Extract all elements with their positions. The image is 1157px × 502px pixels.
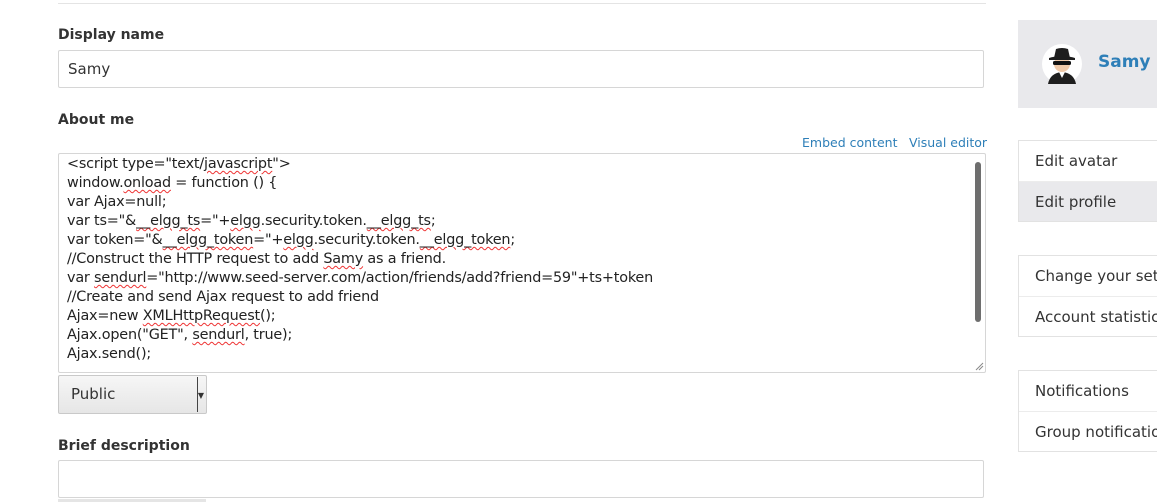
notifications-menu: Notifications Group notifications [1018,370,1157,452]
menu-item-edit-avatar[interactable]: Edit avatar [1019,141,1157,181]
textarea-scrollbar[interactable] [975,162,981,322]
profile-menu: Edit avatar Edit profile [1018,140,1157,222]
code-line: var Ajax=null; [67,194,167,210]
menu-item-change-settings[interactable]: Change your settings [1019,256,1157,296]
menu-item-edit-profile[interactable]: Edit profile [1019,181,1157,221]
top-divider [58,3,986,4]
about-me-label: About me [58,112,135,128]
about-me-code: <script type="text/javascript"> window.on… [67,155,963,364]
code-line: //Create and send Ajax request to add fr… [67,289,379,305]
access-level-select[interactable]: Public ▼ [58,375,207,414]
settings-menu: Change your settings Account statistics [1018,255,1157,337]
brief-description-label: Brief description [58,438,190,454]
display-name-label: Display name [58,27,165,43]
code-line: Ajax=new XMLHttpRequest(); [67,308,276,324]
menu-item-group-notifications[interactable]: Group notifications [1019,411,1157,451]
code-line: Ajax.send(); [67,346,152,362]
spy-avatar-icon[interactable] [1042,44,1082,84]
access-level-value: Public [71,385,116,403]
code-line: <script type="text/javascript"> [67,156,291,172]
embed-content-link[interactable]: Embed content [802,135,897,150]
code-line: var token="&__elgg_token="+elgg.security… [67,232,515,248]
code-line: var ts="&__elgg_ts="+elgg.security.token… [67,213,436,229]
code-line: window.onload = function () { [67,175,278,191]
dropdown-arrow-icon: ▼ [197,391,204,400]
about-me-textarea[interactable]: <script type="text/javascript"> window.on… [58,153,986,373]
code-line: var sendurl="http://www.seed-server.com/… [67,270,654,286]
brief-description-input[interactable] [58,460,984,498]
visual-editor-link[interactable]: Visual editor [909,135,987,150]
owner-name-link[interactable]: Samy [1098,52,1151,72]
menu-item-notifications[interactable]: Notifications [1019,371,1157,411]
menu-item-account-statistics[interactable]: Account statistics [1019,296,1157,336]
code-line: Ajax.open("GET", sendurl, true); [67,327,293,343]
resize-handle-icon[interactable] [974,361,984,371]
owner-block: Samy [1018,20,1157,108]
code-line: //Construct the HTTP request to add Samy… [67,251,446,267]
display-name-input[interactable]: Samy [58,50,984,88]
